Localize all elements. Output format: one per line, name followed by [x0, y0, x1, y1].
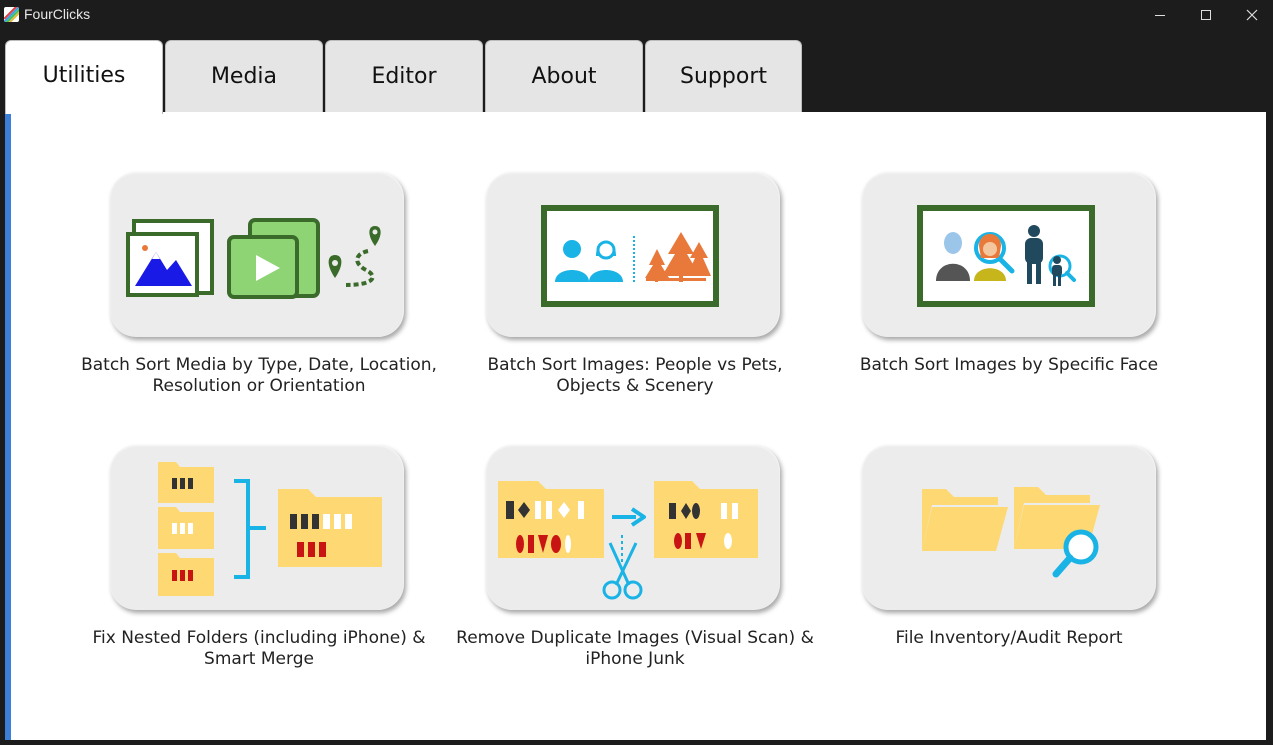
- window-title: FourClicks: [24, 6, 91, 22]
- batch-sort-people-pets-label: Batch Sort Images: People vs Pets, Objec…: [445, 355, 825, 397]
- tab-label: Editor: [371, 64, 437, 89]
- batch-sort-media-button[interactable]: [110, 172, 404, 337]
- minimize-button[interactable]: [1137, 0, 1183, 30]
- remove-duplicates-label: Remove Duplicate Images (Visual Scan) & …: [445, 628, 825, 670]
- nested-folders-icon: [158, 462, 382, 596]
- file-inventory-audit-button[interactable]: [862, 445, 1156, 610]
- minimize-icon: [1155, 15, 1165, 16]
- batch-sort-people-pets-button[interactable]: [486, 172, 780, 337]
- tab-label: Support: [680, 64, 767, 89]
- people-scenery-icon: [541, 205, 719, 307]
- remove-duplicates-button[interactable]: [486, 445, 780, 610]
- tab-media[interactable]: Media: [165, 40, 323, 112]
- tab-editor[interactable]: Editor: [325, 40, 483, 112]
- label-line: Fix Nested Folders (including iPhone) &: [92, 628, 426, 648]
- batch-sort-specific-face-button[interactable]: [862, 172, 1156, 337]
- label-line: File Inventory/Audit Report: [895, 628, 1123, 648]
- label-line: Batch Sort Images by Specific Face: [859, 355, 1159, 375]
- tab-about[interactable]: About: [485, 40, 643, 112]
- tab-label: Utilities: [42, 63, 126, 88]
- duplicate-scissors-icon: [498, 481, 758, 600]
- folder-audit-icon: [922, 487, 1100, 578]
- fix-nested-folders-button[interactable]: [110, 445, 404, 610]
- title-bar: FourClicks: [0, 0, 1273, 30]
- batch-sort-media-label: Batch Sort Media by Type, Date, Location…: [69, 355, 449, 397]
- face-search-icon: [917, 205, 1095, 307]
- tab-label: Media: [210, 64, 278, 89]
- fix-nested-folders-label: Fix Nested Folders (including iPhone) & …: [69, 628, 449, 670]
- label-line: Remove Duplicate Images (Visual Scan) &: [456, 628, 814, 648]
- label-line: Objects & Scenery: [556, 376, 714, 396]
- tab-label: About: [531, 64, 597, 89]
- tab-support[interactable]: Support: [645, 40, 802, 112]
- maximize-icon: [1201, 10, 1211, 20]
- file-inventory-audit-label: File Inventory/Audit Report: [819, 628, 1199, 649]
- label-line: iPhone Junk: [585, 649, 685, 669]
- label-line: Smart Merge: [204, 649, 314, 669]
- close-button[interactable]: [1229, 0, 1273, 30]
- close-icon: [1246, 9, 1258, 21]
- label-line: Batch Sort Media by Type, Date, Location…: [81, 355, 437, 375]
- batch-sort-specific-face-label: Batch Sort Images by Specific Face: [819, 355, 1199, 376]
- tab-utilities[interactable]: Utilities: [5, 40, 163, 114]
- label-line: Resolution or Orientation: [152, 376, 366, 396]
- media-sort-icon: [126, 218, 381, 299]
- fourclicks-logo-icon: [4, 7, 19, 22]
- label-line: Batch Sort Images: People vs Pets,: [487, 355, 783, 375]
- maximize-button[interactable]: [1183, 0, 1229, 30]
